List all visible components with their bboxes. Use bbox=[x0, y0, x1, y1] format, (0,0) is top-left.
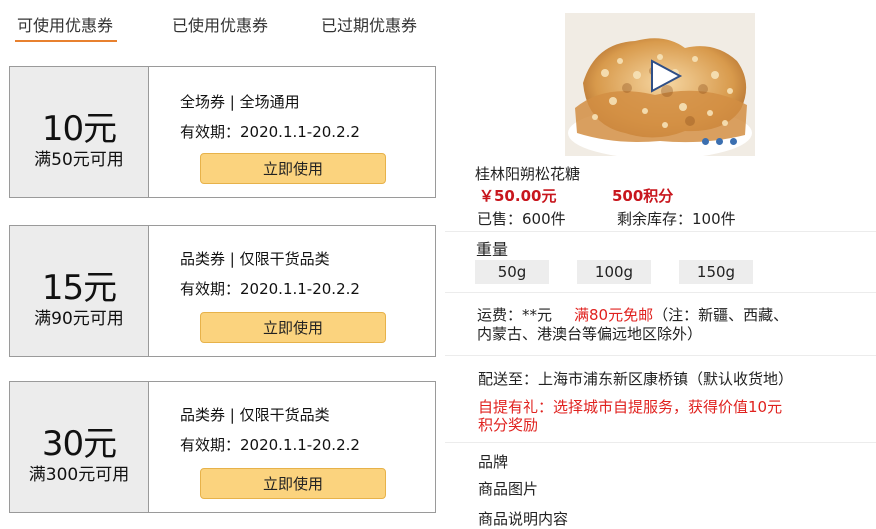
coupon-type: 全场券 | 全场通用 bbox=[180, 93, 300, 111]
coupon-validity: 有效期：2020.1.1-20.2.2 bbox=[180, 280, 360, 298]
coupon-amount: 10元 bbox=[41, 109, 117, 149]
coupon-condition: 满90元可用 bbox=[34, 309, 124, 329]
coupon-amount: 15元 bbox=[41, 268, 117, 308]
product-points: 500积分 bbox=[612, 187, 674, 205]
coupon-validity: 有效期：2020.1.1-20.2.2 bbox=[180, 123, 360, 141]
divider bbox=[445, 292, 876, 293]
use-coupon-button[interactable]: 立即使用 bbox=[200, 468, 386, 499]
tab-expired-coupons[interactable]: 已过期优惠券 bbox=[321, 12, 417, 36]
shipping-fee: 运费：**元 满80元免邮（注：新疆、西藏、 bbox=[477, 304, 788, 325]
coupon-condition: 满50元可用 bbox=[34, 150, 124, 170]
use-coupon-button[interactable]: 立即使用 bbox=[200, 153, 386, 184]
product-images-section[interactable]: 商品图片 bbox=[478, 478, 538, 499]
weight-option-100g[interactable]: 100g bbox=[577, 260, 651, 284]
shipping-note: （注：新疆、西藏、 bbox=[653, 306, 789, 324]
free-shipping-threshold: 满80元免邮 bbox=[574, 306, 654, 324]
product-media[interactable] bbox=[565, 13, 755, 156]
coupon-card: 10元 满50元可用 全场券 | 全场通用 有效期：2020.1.1-20.2.… bbox=[9, 66, 436, 198]
coupon-value-panel: 15元 满90元可用 bbox=[10, 226, 149, 356]
pickup-promotion-continued: 积分奖励 bbox=[478, 416, 539, 434]
stock-count: 剩余库存：100件 bbox=[617, 210, 736, 228]
coupon-amount: 30元 bbox=[41, 424, 117, 464]
coupon-card: 30元 满300元可用 品类券 | 仅限干货品类 有效期：2020.1.1-20… bbox=[9, 381, 436, 513]
carousel-dot[interactable] bbox=[716, 138, 723, 145]
carousel-dot[interactable] bbox=[730, 138, 737, 145]
tab-used-coupons[interactable]: 已使用优惠券 bbox=[172, 12, 268, 36]
weight-option-150g[interactable]: 150g bbox=[679, 260, 753, 284]
coupon-condition: 满300元可用 bbox=[28, 465, 130, 485]
use-coupon-button[interactable]: 立即使用 bbox=[200, 312, 386, 343]
sold-count: 已售：600件 bbox=[477, 210, 566, 228]
coupon-type: 品类券 | 仅限干货品类 bbox=[180, 406, 330, 424]
divider bbox=[445, 442, 876, 443]
weight-label: 重量 bbox=[476, 240, 509, 259]
coupon-validity: 有效期：2020.1.1-20.2.2 bbox=[180, 436, 360, 454]
tab-available-coupons[interactable]: 可使用优惠券 bbox=[17, 12, 113, 36]
delivery-address[interactable]: 配送至：上海市浦东新区康桥镇（默认收货地） bbox=[478, 368, 793, 389]
shipping-note-continued: 内蒙古、港澳台等偏远地区除外） bbox=[477, 325, 703, 343]
coupon-type: 品类券 | 仅限干货品类 bbox=[180, 250, 330, 268]
product-name: 桂林阳朔松花糖 bbox=[475, 165, 581, 183]
active-tab-indicator bbox=[15, 40, 117, 42]
coupon-value-panel: 30元 满300元可用 bbox=[10, 382, 149, 512]
product-price: ￥50.00元 bbox=[479, 187, 557, 205]
coupon-value-panel: 10元 满50元可用 bbox=[10, 67, 149, 197]
carousel-dot[interactable] bbox=[702, 138, 709, 145]
divider bbox=[445, 231, 876, 232]
product-description-section[interactable]: 商品说明内容 bbox=[478, 508, 568, 529]
coupon-card: 15元 满90元可用 品类券 | 仅限干货品类 有效期：2020.1.1-20.… bbox=[9, 225, 436, 357]
brand-section[interactable]: 品牌 bbox=[478, 451, 508, 472]
weight-option-50g[interactable]: 50g bbox=[475, 260, 549, 284]
shipping-fee-text: 运费：**元 bbox=[477, 306, 553, 324]
play-icon[interactable] bbox=[649, 59, 683, 93]
divider bbox=[445, 355, 876, 356]
